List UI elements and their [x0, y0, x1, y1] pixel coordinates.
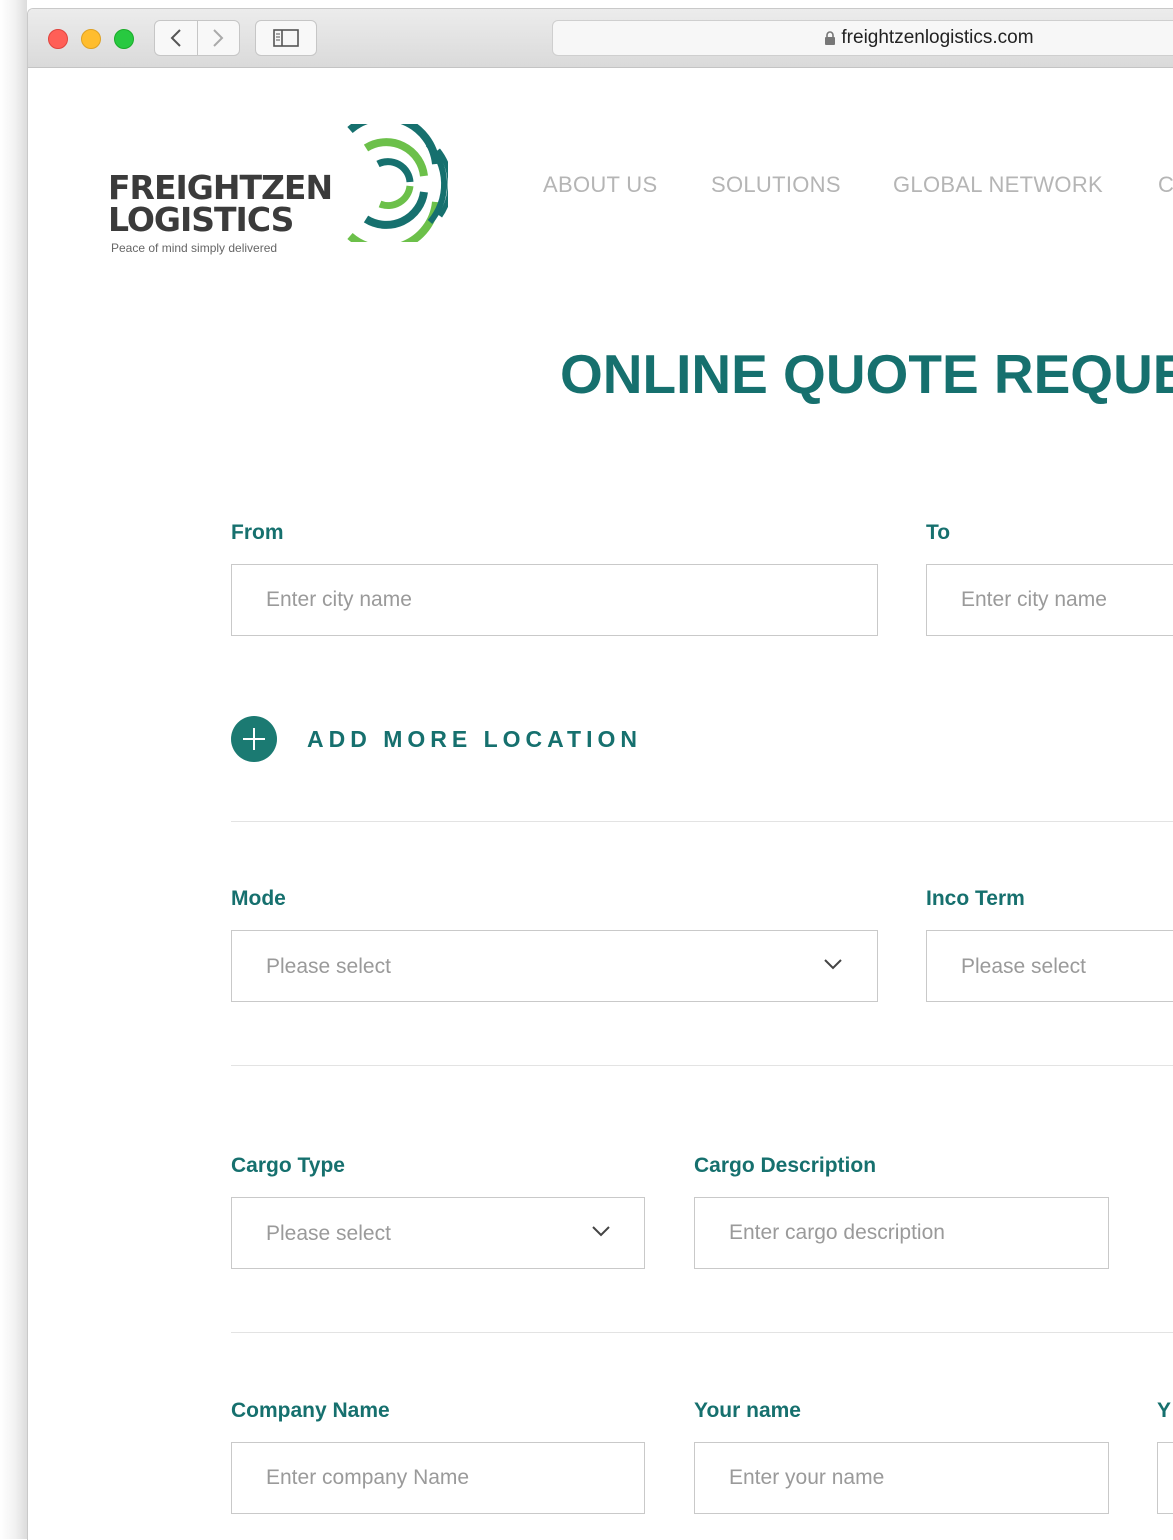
- lock-icon: [824, 30, 836, 46]
- from-field: [231, 564, 878, 636]
- mode-select-value: Please select: [266, 955, 391, 978]
- chevron-left-icon: [170, 29, 181, 47]
- company-name-field: [231, 1442, 645, 1514]
- from-input[interactable]: [232, 565, 877, 635]
- section-divider: [231, 1332, 1173, 1333]
- mode-label: Mode: [231, 887, 286, 910]
- site-logo[interactable]: FREIGHTZEN LOGISTICS Peace of mind simpl…: [108, 124, 448, 255]
- browser-titlebar: freightzenlogistics.com: [28, 9, 1173, 68]
- mode-select[interactable]: Please select: [231, 930, 878, 1002]
- to-input[interactable]: [927, 565, 1173, 635]
- address-bar-content: freightzenlogistics.com: [824, 27, 1034, 49]
- nav-solutions[interactable]: SOLUTIONS: [711, 172, 841, 198]
- url-text: freightzenlogistics.com: [841, 27, 1034, 48]
- plus-icon: [231, 716, 277, 762]
- company-name-input[interactable]: [232, 1443, 644, 1513]
- section-divider: [231, 1065, 1173, 1066]
- add-more-location-button[interactable]: ADD MORE LOCATION: [231, 716, 642, 762]
- add-more-location-label: ADD MORE LOCATION: [307, 725, 643, 752]
- forward-button[interactable]: [197, 21, 239, 55]
- nav-global-network[interactable]: GLOBAL NETWORK: [893, 172, 1103, 198]
- cargo-type-select-value: Please select: [266, 1222, 391, 1245]
- inco-term-select-value: Please select: [961, 955, 1086, 978]
- chevron-down-icon: [592, 1226, 610, 1237]
- logo-wordmark-line2: LOGISTICS: [108, 200, 294, 239]
- third-column-label: Y: [1157, 1399, 1172, 1422]
- window-shadow: [0, 0, 27, 1539]
- page-title: ONLINE QUOTE REQUE: [560, 343, 1173, 405]
- your-name-label: Your name: [694, 1399, 801, 1422]
- logo-tagline: Peace of mind simply delivered: [111, 241, 278, 255]
- zoom-window-button[interactable]: [114, 29, 134, 49]
- cargo-type-select[interactable]: Please select: [231, 1197, 645, 1269]
- back-button[interactable]: [155, 21, 198, 55]
- chevron-right-icon: [213, 29, 224, 47]
- third-column-field[interactable]: [1157, 1442, 1173, 1514]
- your-name-input[interactable]: [695, 1443, 1108, 1513]
- cargo-description-input[interactable]: [695, 1198, 1108, 1268]
- cargo-description-field: [694, 1197, 1109, 1269]
- to-label: To: [926, 521, 951, 544]
- your-name-field: [694, 1442, 1109, 1514]
- to-field: [926, 564, 1173, 636]
- nav-about-us[interactable]: ABOUT US: [543, 172, 657, 198]
- from-label: From: [231, 521, 284, 544]
- chevron-down-icon: [824, 959, 842, 970]
- close-window-button[interactable]: [48, 29, 68, 49]
- sidebar-toggle-button[interactable]: [255, 20, 317, 56]
- minimize-window-button[interactable]: [81, 29, 101, 49]
- company-name-label: Company Name: [231, 1399, 390, 1422]
- inco-term-select[interactable]: Please select: [926, 930, 1173, 1002]
- inco-term-label: Inco Term: [926, 887, 1025, 910]
- logo-arcs-icon: [347, 124, 448, 242]
- cargo-type-label: Cargo Type: [231, 1154, 345, 1177]
- history-nav-group: [154, 20, 240, 56]
- nav-contact[interactable]: C: [1158, 172, 1173, 198]
- cargo-description-label: Cargo Description: [694, 1154, 877, 1177]
- sidebar-icon: [273, 29, 299, 47]
- address-bar[interactable]: freightzenlogistics.com: [552, 20, 1173, 56]
- section-divider: [231, 821, 1173, 822]
- browser-window: freightzenlogistics.com FREIGHTZEN LOGIS…: [27, 8, 1173, 1540]
